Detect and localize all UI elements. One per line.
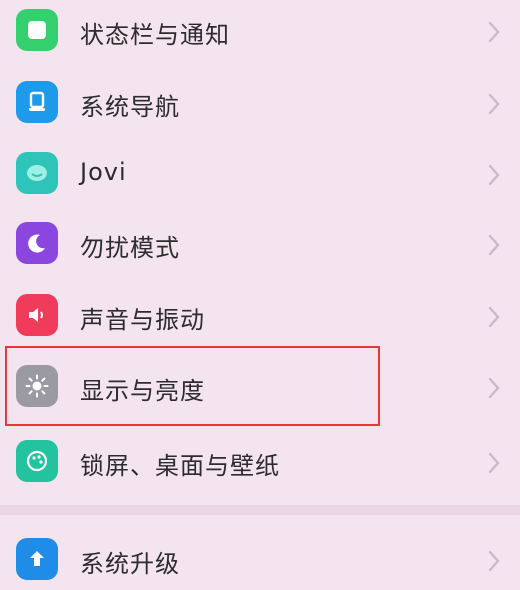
wallpaper-icon [16,440,58,482]
settings-item-label: Jovi [80,158,127,186]
settings-item-label: 声音与振动 [80,306,205,334]
jovi-icon [16,152,58,194]
moon-icon [16,222,58,264]
chevron-right-icon [488,306,500,328]
chevron-right-icon [488,377,500,399]
section-divider [0,505,520,515]
speaker-icon [16,294,58,336]
settings-item-sound-vibration[interactable]: 声音与振动 [0,279,520,349]
settings-item-label: 系统导航 [80,93,180,121]
chevron-right-icon [488,93,500,115]
chevron-right-icon [488,234,500,256]
settings-item-label: 状态栏与通知 [80,21,230,49]
settings-list: 状态栏与通知 系统导航 Jovi 勿扰模式 声音与振动 显示与亮度 锁屏、桌面与… [0,0,520,582]
settings-item-system-upgrade[interactable]: 系统升级 [0,520,520,590]
settings-item-system-navigation[interactable]: 系统导航 [0,67,520,137]
highlight-box [5,346,380,426]
settings-item-label: 锁屏、桌面与壁纸 [80,452,280,480]
chevron-right-icon [488,550,500,572]
navigation-icon [16,81,58,123]
chevron-right-icon [488,452,500,474]
settings-item-status-bar-notification[interactable]: 状态栏与通知 [0,0,520,67]
notification-icon [16,9,58,51]
settings-item-do-not-disturb[interactable]: 勿扰模式 [0,208,520,278]
settings-item-label: 勿扰模式 [80,234,180,262]
chevron-right-icon [488,164,500,186]
settings-item-jovi[interactable]: Jovi [0,138,520,208]
upgrade-icon [16,538,58,580]
chevron-right-icon [488,21,500,43]
settings-item-label: 系统升级 [80,550,180,578]
settings-item-lockscreen-wallpaper[interactable]: 锁屏、桌面与壁纸 [0,426,520,496]
